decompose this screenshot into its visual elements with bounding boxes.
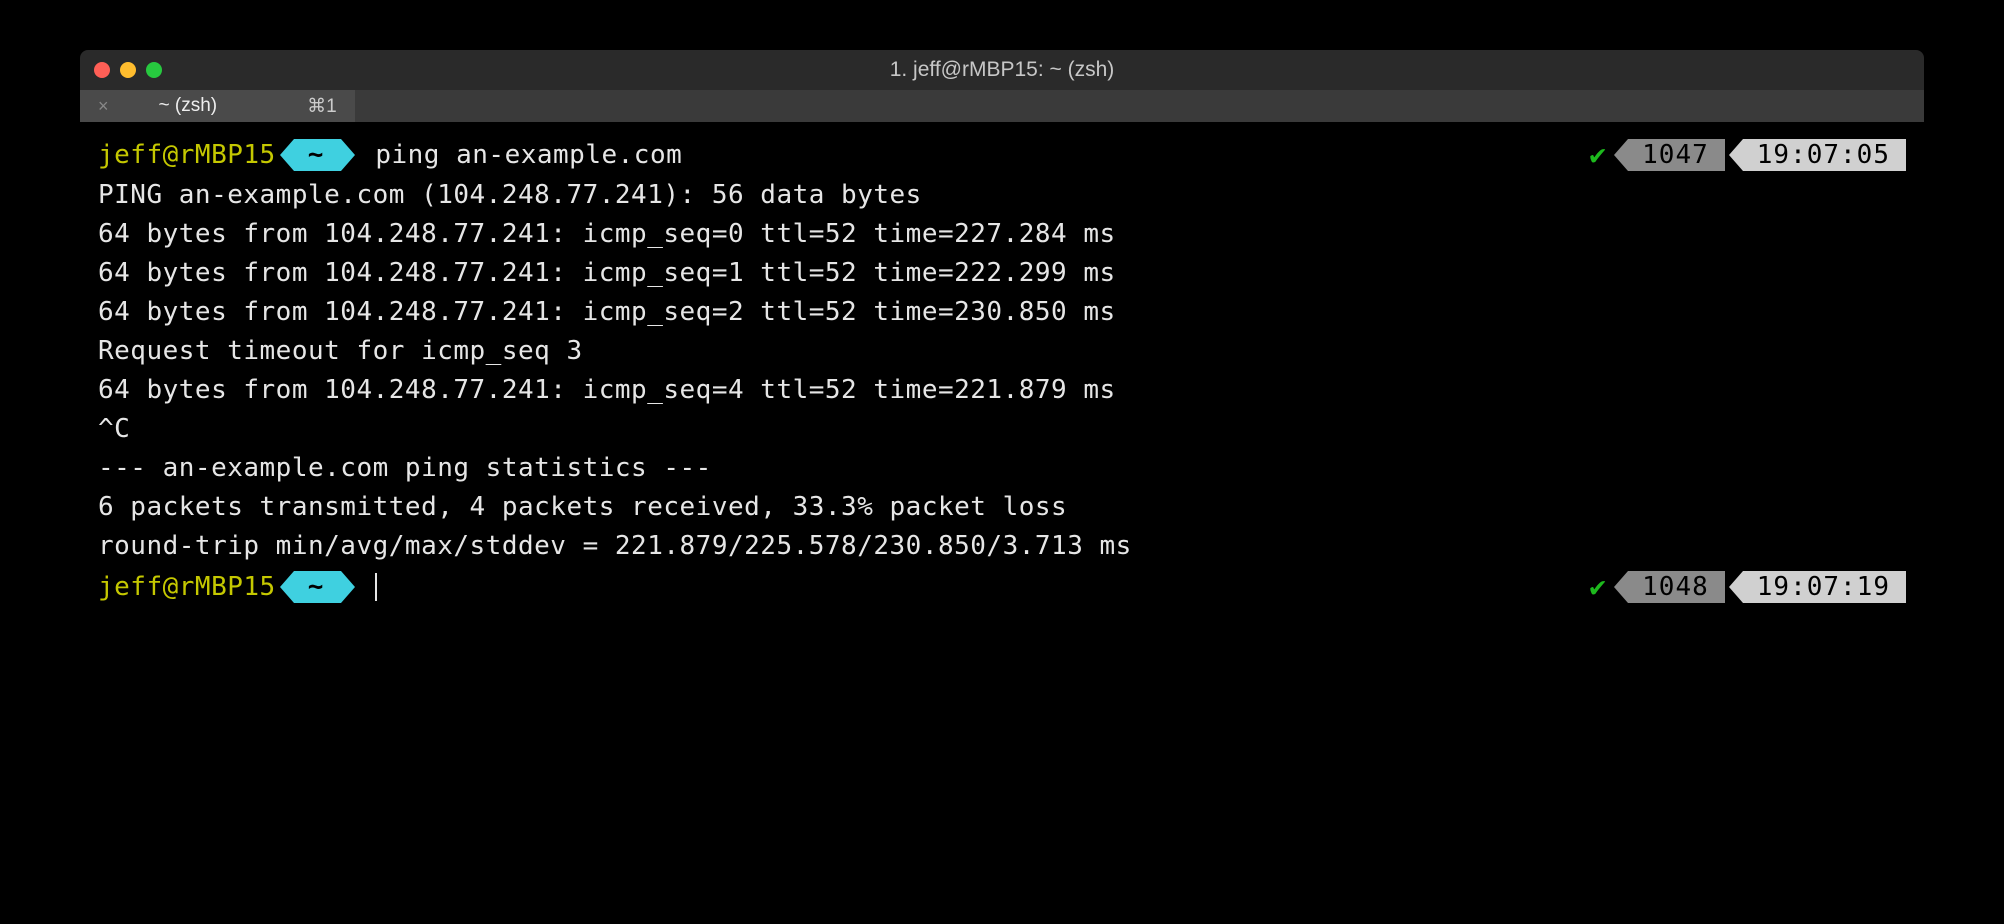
history-number: 1047 xyxy=(1628,139,1725,171)
prompt-user-host: jeff@rMBP15 xyxy=(98,136,276,175)
output-line: --- an-example.com ping statistics --- xyxy=(98,449,1906,488)
prompt-time: 19:07:05 xyxy=(1743,139,1906,171)
output-line: PING an-example.com (104.248.77.241): 56… xyxy=(98,176,1906,215)
command-text: ping an-example.com xyxy=(375,136,682,175)
output-line: ^C xyxy=(98,410,1906,449)
terminal-body[interactable]: jeff@rMBP15 ~ ping an-example.com ✔ 1047… xyxy=(80,122,1924,728)
output-line: 64 bytes from 104.248.77.241: icmp_seq=0… xyxy=(98,215,1906,254)
minimize-window-button[interactable] xyxy=(120,62,136,78)
output-line: 64 bytes from 104.248.77.241: icmp_seq=2… xyxy=(98,293,1906,332)
prompt-time: 19:07:19 xyxy=(1743,571,1906,603)
output-line: 6 packets transmitted, 4 packets receive… xyxy=(98,488,1906,527)
prompt-line: jeff@rMBP15 ~ ✔ 1048 19:07:19 xyxy=(98,566,1906,608)
close-window-button[interactable] xyxy=(94,62,110,78)
status-check-icon: ✔ xyxy=(1589,134,1606,176)
output-line: 64 bytes from 104.248.77.241: icmp_seq=1… xyxy=(98,254,1906,293)
tab-shortcut: ⌘1 xyxy=(307,95,337,118)
titlebar[interactable]: 1. jeff@rMBP15: ~ (zsh) xyxy=(80,50,1924,90)
prompt-cwd: ~ xyxy=(294,571,342,603)
prompt-cwd: ~ xyxy=(294,139,342,171)
output-line: Request timeout for icmp_seq 3 xyxy=(98,332,1906,371)
prompt-line: jeff@rMBP15 ~ ping an-example.com ✔ 1047… xyxy=(98,134,1906,176)
window-title: 1. jeff@rMBP15: ~ (zsh) xyxy=(890,58,1115,82)
history-number: 1048 xyxy=(1628,571,1725,603)
prompt-user-host: jeff@rMBP15 xyxy=(98,568,276,607)
output-line: 64 bytes from 104.248.77.241: icmp_seq=4… xyxy=(98,371,1906,410)
terminal-window: 1. jeff@rMBP15: ~ (zsh) × ~ (zsh) ⌘1 jef… xyxy=(80,50,1924,728)
tab-zsh[interactable]: × ~ (zsh) ⌘1 xyxy=(80,90,355,122)
maximize-window-button[interactable] xyxy=(146,62,162,78)
traffic-lights xyxy=(94,62,162,78)
cursor-icon xyxy=(375,573,377,601)
tab-bar: × ~ (zsh) ⌘1 xyxy=(80,90,1924,122)
tab-label: ~ (zsh) xyxy=(159,95,218,117)
output-line: round-trip min/avg/max/stddev = 221.879/… xyxy=(98,527,1906,566)
status-check-icon: ✔ xyxy=(1589,566,1606,608)
close-tab-icon[interactable]: × xyxy=(98,96,109,117)
